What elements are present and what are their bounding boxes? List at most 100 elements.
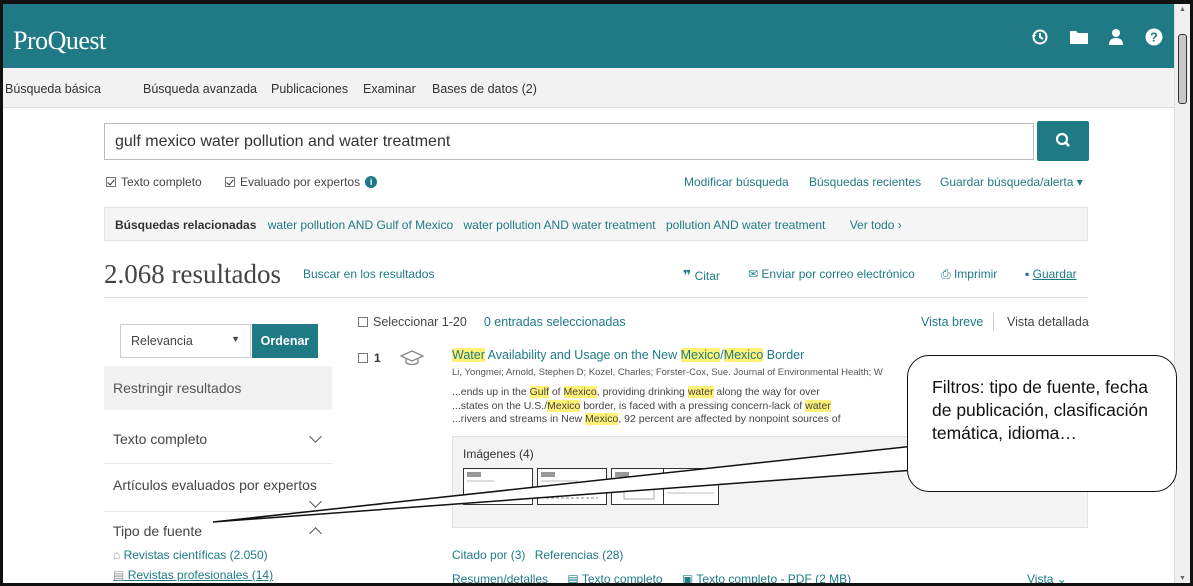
search-input[interactable]: gulf mexico water pollution and water tr… — [104, 123, 1034, 160]
svg-text:?: ? — [1150, 30, 1158, 45]
title-segment: Water — [452, 348, 485, 362]
snippet-segment: water — [687, 386, 714, 398]
document-icon: ▤ — [567, 572, 579, 586]
snippet-segment: Mexico — [547, 400, 581, 412]
email-action[interactable]: ✉ Enviar por correo electrónico — [748, 267, 915, 281]
scroll-up-icon[interactable]: ▲ — [1179, 6, 1186, 13]
nav-basic-search[interactable]: Búsqueda básica — [5, 82, 101, 96]
info-icon[interactable]: i — [365, 176, 378, 188]
snippet-segment: ...rivers and streams in New — [452, 413, 586, 425]
view-toggle[interactable]: Vista ⌄ — [1027, 572, 1067, 583]
source-type-label: Revistas científicas (2.050) — [123, 548, 268, 562]
chevron-down-icon — [309, 495, 322, 508]
facet-full-text[interactable]: Texto completo — [104, 414, 332, 464]
view-separator — [993, 313, 994, 331]
snippet-segment: , 92 percent are affected by nonpoint so… — [618, 413, 841, 425]
related-searches-bar: Búsquedas relacionadas water pollution A… — [104, 207, 1088, 241]
select-all-checkbox[interactable] — [358, 317, 368, 327]
result-snippet: ...states on the U.S./Mexico border, is … — [452, 400, 831, 412]
full-text-checkbox[interactable] — [106, 177, 116, 187]
full-text-option[interactable]: Texto completo — [106, 175, 202, 189]
image-thumbnail[interactable] — [663, 468, 719, 505]
full-text-link[interactable]: Texto completo — [582, 572, 663, 583]
email-label: Enviar por correo electrónico — [761, 267, 915, 281]
image-thumbnail[interactable] — [537, 468, 607, 505]
facet-label: Texto completo — [113, 431, 208, 447]
cite-action[interactable]: ❞ Citar — [683, 267, 720, 284]
full-text-label: Texto completo — [121, 175, 202, 189]
peer-reviewed-label: Evaluado por expertos — [240, 175, 361, 189]
peer-reviewed-checkbox[interactable] — [225, 177, 235, 187]
history-icon[interactable] — [1031, 28, 1049, 46]
related-search-link[interactable]: water pollution AND Gulf of Mexico — [268, 218, 453, 232]
snippet-segment: water — [805, 400, 831, 412]
related-searches-label: Búsquedas relacionadas — [115, 218, 257, 232]
print-action[interactable]: ⎙ Imprimir — [941, 267, 997, 282]
result-title-link[interactable]: Water Availability and Usage on the New … — [452, 348, 804, 362]
facet-peer-reviewed[interactable]: Artículos evaluados por expertos — [104, 464, 332, 512]
caret-down-icon: ▼ — [231, 334, 240, 344]
title-segment: Mexico — [680, 348, 721, 362]
proquest-logo[interactable]: ProQuest — [13, 26, 106, 56]
search-icon — [1055, 132, 1070, 147]
title-segment: Mexico — [723, 348, 764, 362]
sort-select[interactable]: Relevancia ▼ — [120, 324, 251, 358]
search-within-link[interactable]: Buscar en los resultados — [303, 267, 434, 281]
nav-advanced-search[interactable]: Búsqueda avanzada — [143, 82, 257, 96]
sort-button[interactable]: Ordenar — [252, 324, 318, 358]
snippet-segment: , providing drinking — [596, 386, 688, 398]
chevron-up-icon — [309, 527, 322, 540]
cited-by-link[interactable]: Citado por (3) — [452, 548, 525, 562]
see-all-link[interactable]: Ver todo › — [850, 218, 902, 232]
references-link[interactable]: Referencias (28) — [535, 548, 624, 562]
screenshot-frame: ProQuest ? Búsqueda básica Búsqueda avan… — [0, 0, 1193, 586]
pdf-link[interactable]: Texto completo - PDF (2 MB) — [696, 572, 851, 583]
snippet-segment: of — [548, 386, 564, 398]
source-type-trade-journals[interactable]: ▤ Revistas profesionales (14) — [113, 568, 273, 582]
result-index: 1 — [374, 351, 381, 365]
result-citation-links: Citado por (3) Referencias (28) — [452, 548, 623, 562]
abstract-link[interactable]: Resumen/detalles — [452, 572, 548, 583]
search-button[interactable] — [1037, 121, 1089, 161]
journal-icon: ▤ — [113, 568, 125, 582]
save-label: Guardar — [1032, 267, 1077, 281]
pdf-icon: ▣ — [681, 572, 694, 586]
view-brief-link[interactable]: Vista breve — [921, 315, 983, 329]
save-alert-link[interactable]: Guardar búsqueda/alerta ▾ — [940, 175, 1083, 189]
cite-label: Citar — [694, 269, 720, 283]
image-thumbnail[interactable] — [463, 468, 533, 505]
title-segment: Availability and Usage on the New — [484, 348, 681, 362]
peer-reviewed-option[interactable]: Evaluado por expertos i — [225, 175, 378, 189]
quote-icon: ❞ — [683, 267, 692, 283]
snippet-segment: Mexico — [585, 413, 619, 425]
view-detailed-link[interactable]: Vista detallada — [1007, 315, 1089, 329]
chevron-down-icon — [309, 430, 322, 443]
filter-sidebar: Relevancia ▼ Ordenar Restringir resultad… — [104, 309, 332, 583]
page-scrollbar[interactable]: ▲ ▼ — [1174, 4, 1190, 583]
help-icon[interactable]: ? — [1145, 28, 1163, 46]
nav-databases[interactable]: Bases de datos (2) — [432, 82, 537, 96]
result-checkbox[interactable] — [358, 353, 368, 363]
scroll-thumb[interactable] — [1178, 34, 1187, 104]
facet-source-type[interactable]: Tipo de fuente — [104, 512, 332, 546]
related-search-link[interactable]: water pollution AND water treatment — [464, 218, 656, 232]
snippet-segment: border, is faced with a pressing concern… — [580, 400, 806, 412]
nav-publications[interactable]: Publicaciones — [271, 82, 348, 96]
folder-icon[interactable] — [1069, 28, 1088, 46]
source-type-label: Revistas profesionales (14) — [127, 568, 274, 582]
nav-browse[interactable]: Examinar — [363, 82, 416, 96]
save-action[interactable]: ▪ Guardar — [1025, 267, 1077, 281]
mortarboard-icon: ⌂ — [113, 548, 121, 562]
scroll-down-icon[interactable]: ▼ — [1179, 575, 1186, 582]
result-access-links: Resumen/detalles ▤ Texto completo ▣ Text… — [452, 572, 1067, 586]
source-type-journals[interactable]: ⌂ Revistas científicas (2.050) — [113, 548, 268, 562]
printer-icon: ⎙ — [941, 267, 951, 281]
modify-search-link[interactable]: Modificar búsqueda — [684, 175, 789, 189]
recent-searches-link[interactable]: Búsquedas recientes — [809, 175, 921, 189]
print-label: Imprimir — [953, 267, 998, 281]
user-icon[interactable] — [1107, 28, 1125, 46]
related-search-link[interactable]: pollution AND water treatment — [666, 218, 825, 232]
selected-items-link[interactable]: 0 entradas seleccionadas — [484, 315, 626, 329]
graduation-cap-icon — [399, 350, 425, 366]
facet-label: Tipo de fuente — [113, 523, 202, 539]
